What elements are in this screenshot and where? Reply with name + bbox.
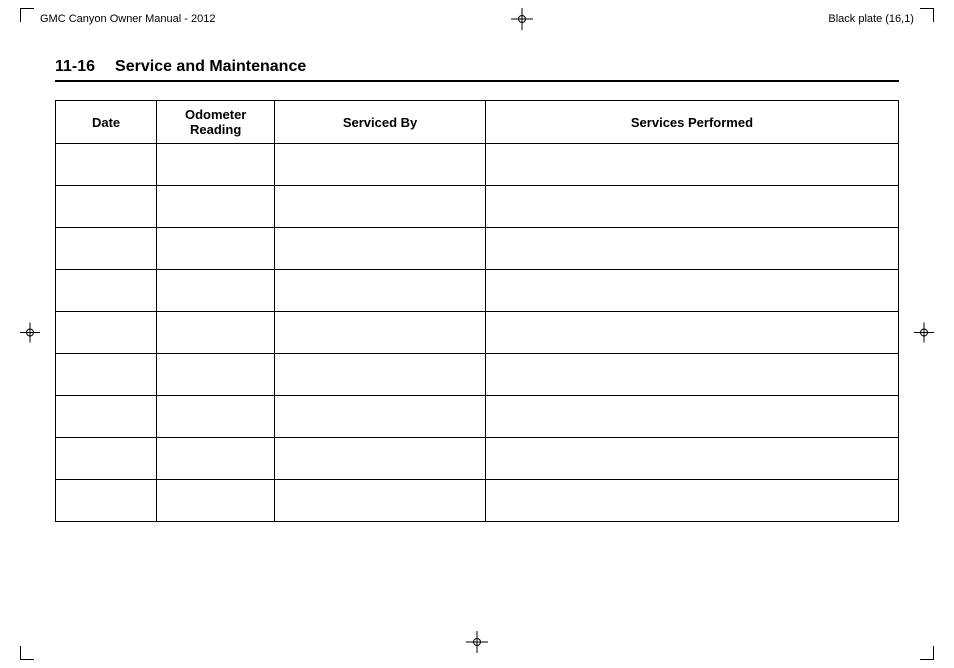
corner-mark-top-right [920,8,934,22]
cell-services-3 [485,228,898,270]
cell-serviced-by-9 [275,480,486,522]
section-heading: 11-16 Service and Maintenance [55,58,899,82]
table-row [56,480,899,522]
cell-serviced-by-1 [275,144,486,186]
corner-mark-bottom-right [920,646,934,660]
header-crosshair [511,8,533,30]
cell-odometer-7 [157,396,275,438]
section-title: Service and Maintenance [115,58,306,76]
cell-odometer-2 [157,186,275,228]
col-header-services-performed: Services Performed [485,101,898,144]
corner-mark-top-left [20,8,34,22]
cell-services-8 [485,438,898,480]
cell-services-2 [485,186,898,228]
table-row [56,438,899,480]
cell-odometer-4 [157,270,275,312]
cell-odometer-1 [157,144,275,186]
col-header-odometer: OdometerReading [157,101,275,144]
corner-mark-bottom-left [20,646,34,660]
table-row [56,354,899,396]
cell-date-6 [56,354,157,396]
cell-services-4 [485,270,898,312]
cell-date-5 [56,312,157,354]
col-header-date: Date [56,101,157,144]
side-crosshair-right [914,323,934,346]
content-area: 11-16 Service and Maintenance Date Odome… [0,38,954,552]
cell-date-9 [56,480,157,522]
cell-odometer-5 [157,312,275,354]
cell-serviced-by-5 [275,312,486,354]
cell-date-4 [56,270,157,312]
cell-serviced-by-7 [275,396,486,438]
side-crosshair-left [20,323,40,346]
cell-services-5 [485,312,898,354]
table-row [56,270,899,312]
cell-services-6 [485,354,898,396]
cell-date-2 [56,186,157,228]
header-right-text: Black plate (16,1) [828,13,914,25]
cell-serviced-by-4 [275,270,486,312]
header-left-text: GMC Canyon Owner Manual - 2012 [40,13,215,25]
table-row [56,144,899,186]
table-row [56,396,899,438]
bottom-crosshair [466,631,488,656]
cell-odometer-9 [157,480,275,522]
cell-serviced-by-3 [275,228,486,270]
section-number: 11-16 [55,58,95,76]
cell-serviced-by-2 [275,186,486,228]
cell-services-7 [485,396,898,438]
table-row [56,228,899,270]
table-header-row: Date OdometerReading Serviced By Service… [56,101,899,144]
cell-date-8 [56,438,157,480]
cell-odometer-8 [157,438,275,480]
page-container: GMC Canyon Owner Manual - 2012 Black pla… [0,0,954,668]
cell-date-1 [56,144,157,186]
cell-serviced-by-6 [275,354,486,396]
table-row [56,312,899,354]
cell-date-3 [56,228,157,270]
maintenance-table: Date OdometerReading Serviced By Service… [55,100,899,522]
table-row [56,186,899,228]
cell-serviced-by-8 [275,438,486,480]
cell-services-1 [485,144,898,186]
col-header-serviced-by: Serviced By [275,101,486,144]
cell-services-9 [485,480,898,522]
cell-odometer-6 [157,354,275,396]
cell-date-7 [56,396,157,438]
page-header: GMC Canyon Owner Manual - 2012 Black pla… [0,0,954,38]
cell-odometer-3 [157,228,275,270]
